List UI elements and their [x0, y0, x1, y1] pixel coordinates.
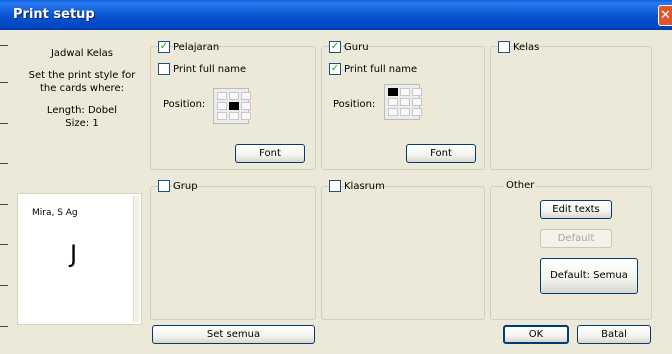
grup-checkbox[interactable]: Grup [158, 180, 198, 192]
default-semua-button[interactable]: Default: Semua [540, 258, 638, 294]
ruler-tick [0, 82, 8, 83]
other-label: Other [504, 180, 537, 191]
window-title: Print setup [13, 7, 95, 22]
ruler-tick [0, 204, 8, 205]
position-cell[interactable] [241, 102, 251, 110]
ruler-tick [0, 326, 8, 327]
grup-label: Grup [173, 180, 198, 192]
kelas-label: Kelas [513, 41, 540, 53]
checkbox-box [158, 180, 170, 192]
guru-full-name-label: Print full name [344, 63, 418, 75]
pelajaran-label: Pelajaran [173, 41, 220, 53]
position-cell[interactable] [229, 112, 239, 120]
check-icon: ✓ [158, 41, 170, 53]
batal-button[interactable]: Batal [577, 325, 651, 344]
position-cell[interactable] [400, 108, 410, 116]
pelajaran-position-label: Position: [163, 99, 206, 110]
preview-scrollbar [133, 196, 139, 322]
position-cell[interactable] [412, 98, 422, 106]
checkbox-box [158, 63, 170, 75]
preview-letter: J [70, 240, 78, 268]
klasrum-checkbox[interactable]: Klasrum [329, 180, 385, 192]
position-cell[interactable] [388, 108, 398, 116]
check-icon: ✓ [329, 63, 341, 75]
position-cell-selected[interactable] [229, 102, 239, 110]
pelajaran-full-name-label: Print full name [173, 63, 247, 75]
kelas-checkbox[interactable]: Kelas [498, 41, 539, 53]
card-preview: Mira, S Ag J [17, 193, 142, 325]
length-label: Length: Dobel [46, 105, 118, 116]
ruler-tick [0, 285, 8, 286]
instruction-text: Set the print style for the cards where: [28, 70, 136, 94]
grup-group [150, 186, 316, 320]
position-cell[interactable] [400, 88, 410, 96]
klasrum-label: Klasrum [344, 180, 385, 192]
ruler-tick [0, 45, 8, 46]
edit-texts-button[interactable]: Edit texts [540, 200, 612, 219]
ruler-tick [0, 244, 8, 245]
position-cell[interactable] [217, 92, 227, 100]
set-semua-button[interactable]: Set semua [152, 325, 315, 344]
pelajaran-checkbox[interactable]: ✓ Pelajaran [158, 41, 219, 53]
kelas-group [490, 46, 652, 170]
preview-name: Mira, S Ag [32, 208, 78, 218]
position-cell-selected[interactable] [388, 88, 398, 96]
ruler-tick [0, 163, 8, 164]
position-cell[interactable] [241, 92, 251, 100]
close-button[interactable]: ✕ [658, 5, 672, 26]
position-cell[interactable] [217, 112, 227, 120]
guru-font-button[interactable]: Font [406, 144, 476, 163]
checkbox-box [498, 41, 510, 53]
pelajaran-position-grid[interactable] [213, 88, 251, 124]
position-cell[interactable] [412, 88, 422, 96]
position-cell[interactable] [241, 112, 251, 120]
guru-label: Guru [344, 41, 369, 53]
ruler-tick [0, 123, 8, 124]
guru-position-label: Position: [333, 99, 376, 110]
size-label: Size: 1 [65, 118, 99, 129]
class-name-label: Jadwal Kelas [50, 48, 114, 59]
position-cell[interactable] [229, 92, 239, 100]
guru-checkbox[interactable]: ✓ Guru [329, 41, 369, 53]
check-icon: ✓ [329, 41, 341, 53]
pelajaran-font-button[interactable]: Font [235, 144, 305, 163]
close-icon: ✕ [660, 8, 671, 23]
position-cell[interactable] [388, 98, 398, 106]
position-cell[interactable] [412, 108, 422, 116]
pelajaran-full-name-checkbox[interactable]: Print full name [158, 63, 246, 75]
title-bar: Print setup ✕ [0, 0, 672, 30]
ok-button[interactable]: OK [503, 325, 569, 344]
position-cell[interactable] [217, 102, 227, 110]
position-cell[interactable] [400, 98, 410, 106]
guru-full-name-checkbox[interactable]: ✓ Print full name [329, 63, 417, 75]
default-button: Default [540, 229, 612, 248]
checkbox-box [329, 180, 341, 192]
ruler [0, 30, 10, 354]
klasrum-group [321, 186, 485, 320]
guru-position-grid[interactable] [384, 84, 422, 120]
card-info: Jadwal Kelas Set the print style for the… [22, 47, 142, 130]
